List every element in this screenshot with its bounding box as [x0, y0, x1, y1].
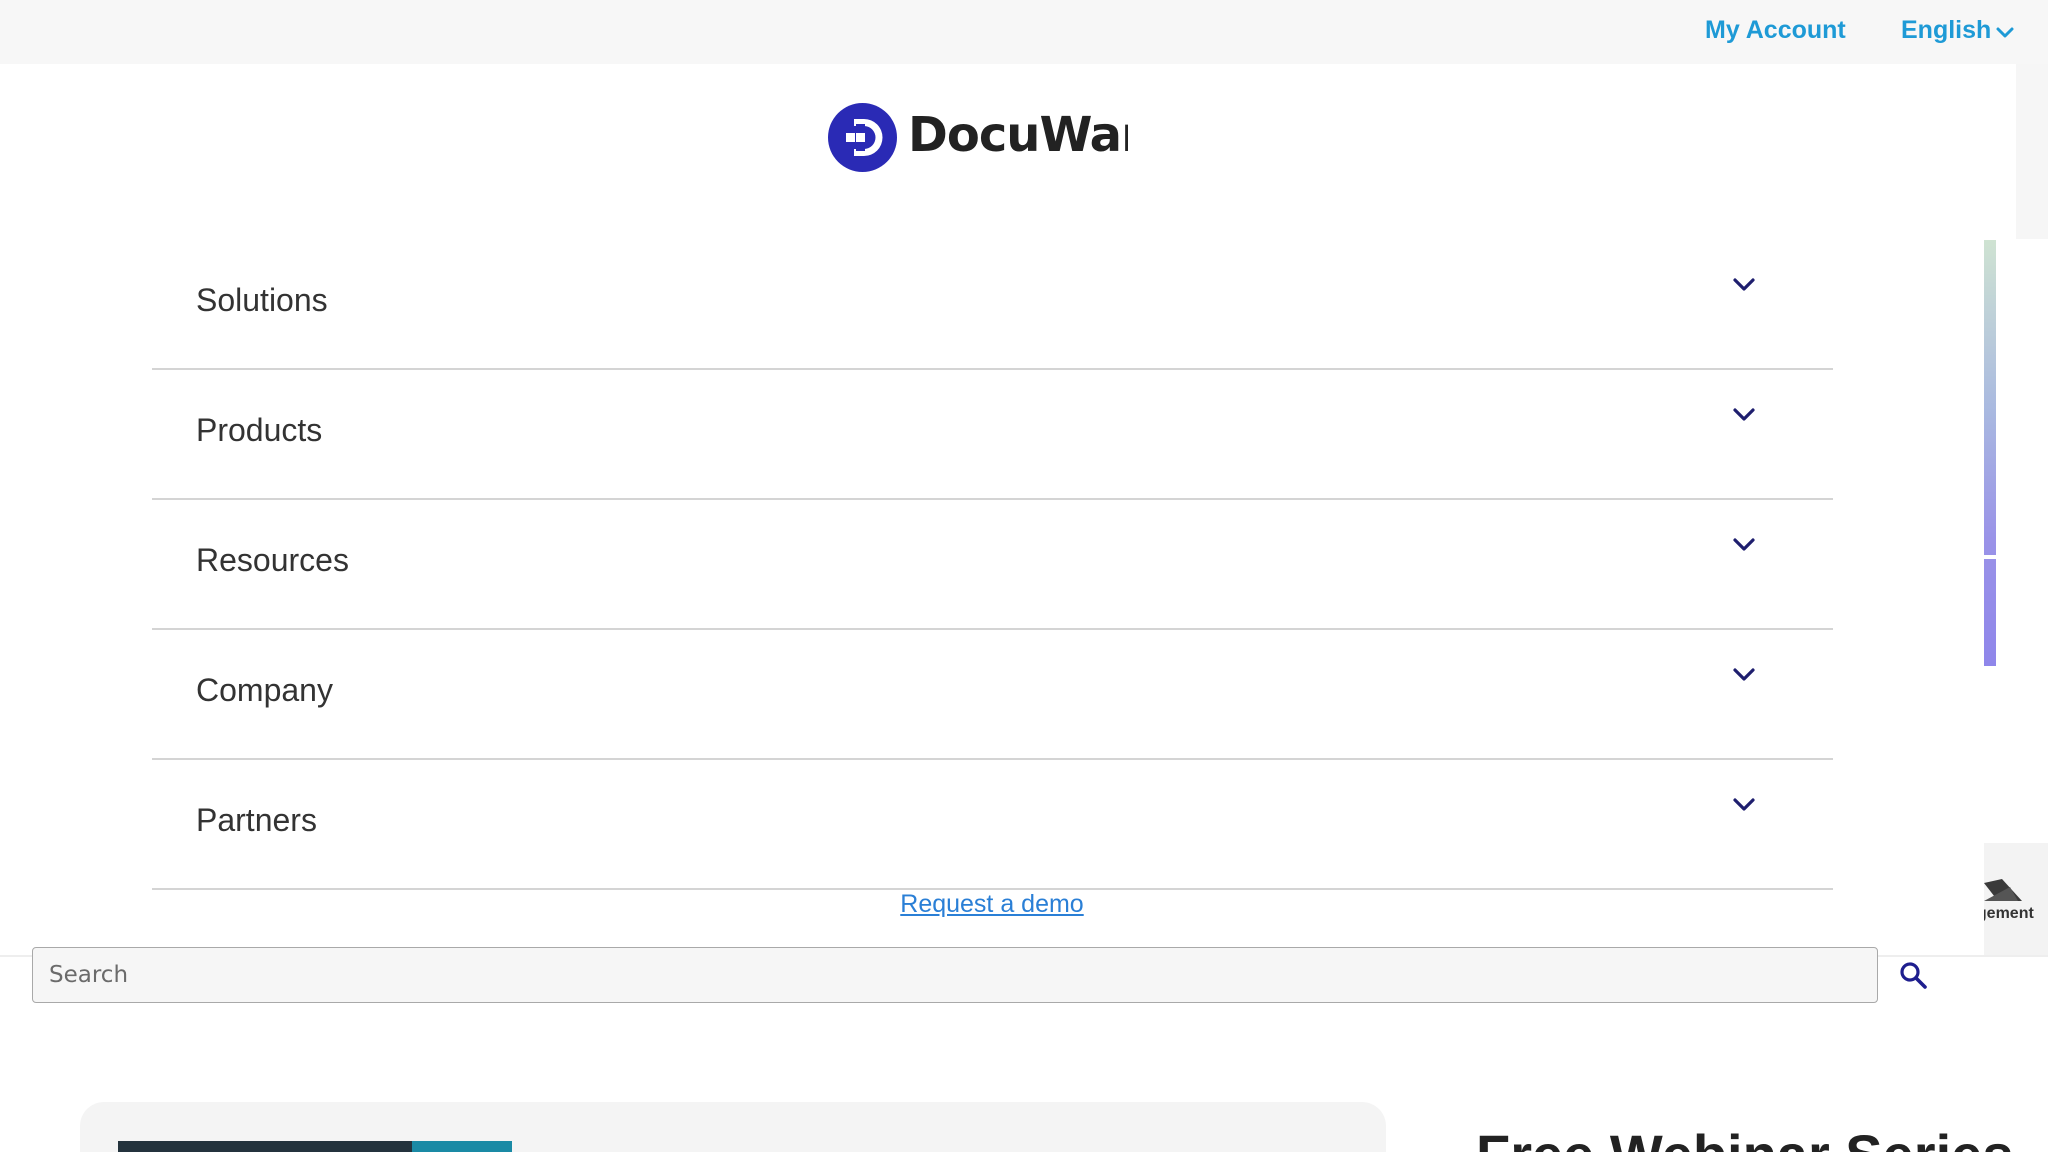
page: My Account English Management DocuWare S…: [0, 0, 2048, 1152]
webinar-card-image-accent: [412, 1141, 512, 1152]
side-widget-icon: [1984, 879, 2022, 901]
side-widget-label: Management: [1984, 905, 2034, 922]
chevron-down-icon[interactable]: [1729, 790, 1759, 820]
nav-item-solutions[interactable]: Solutions: [152, 240, 1833, 370]
side-widget[interactable]: Management: [1984, 843, 2048, 957]
my-account-link[interactable]: My Account: [1705, 16, 1846, 45]
nav-item-resources[interactable]: Resources: [152, 500, 1833, 630]
nav-item-label: Resources: [196, 542, 349, 578]
nav-item-label: Products: [196, 412, 323, 448]
search-input[interactable]: [32, 947, 1878, 1003]
request-demo-link[interactable]: Request a demo: [0, 890, 1984, 919]
chevron-down-icon[interactable]: [1729, 270, 1759, 300]
nav-item-label: Company: [196, 672, 333, 708]
language-selector[interactable]: English: [1901, 16, 1991, 45]
nav-item-company[interactable]: Company: [152, 630, 1833, 760]
chevron-down-icon[interactable]: [1729, 530, 1759, 560]
chevron-down-icon[interactable]: [1994, 22, 2016, 44]
search-icon[interactable]: [1898, 960, 1930, 992]
side-gradient-bar: [1984, 240, 1996, 666]
webinar-card-image: [118, 1141, 412, 1152]
nav-item-products[interactable]: Products: [152, 370, 1833, 500]
docuware-logo-text: DocuWare: [908, 107, 1128, 163]
chevron-down-icon[interactable]: [1729, 400, 1759, 430]
docuware-logo[interactable]: DocuWare: [828, 103, 1128, 175]
docuware-logo-icon: [828, 103, 897, 172]
main-nav-menu: Solutions Products Resources Company Par…: [152, 240, 1833, 890]
chevron-down-icon[interactable]: [1729, 660, 1759, 690]
webinar-title: Free Webinar Series: [1476, 1122, 2013, 1152]
nav-item-label: Partners: [196, 802, 317, 838]
nav-item-partners[interactable]: Partners: [152, 760, 1833, 890]
side-panel-edge: [2016, 64, 2048, 239]
top-utility-bar: My Account English: [0, 0, 2048, 64]
side-gradient-divider: [1984, 555, 1996, 559]
nav-item-label: Solutions: [196, 282, 328, 318]
